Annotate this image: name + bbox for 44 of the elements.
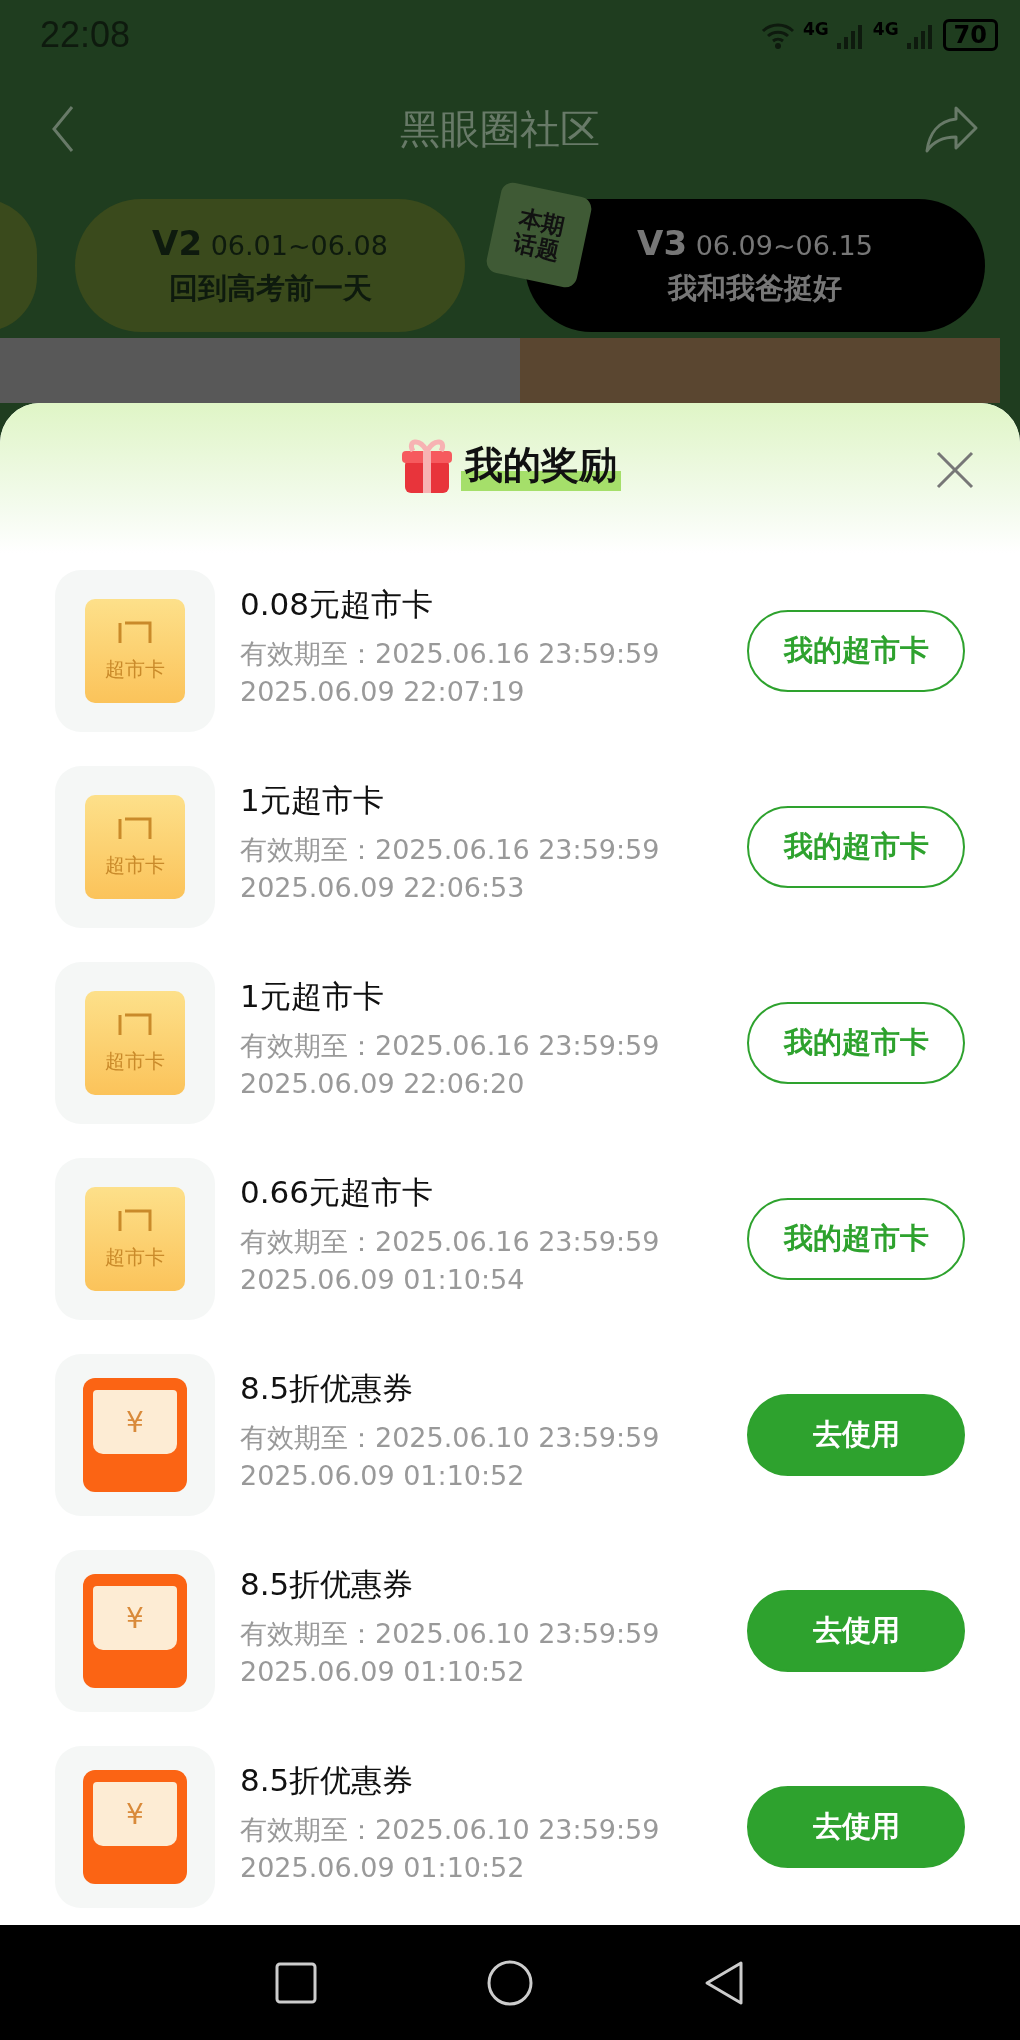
coupon-icon: ¥ — [83, 1378, 187, 1492]
received-time: 2025.06.09 01:10:52 — [240, 1655, 526, 1687]
reward-title: 0.66元超市卡 — [240, 1172, 435, 1212]
reward-title: 8.5折优惠券 — [240, 1368, 415, 1408]
my-card-button[interactable]: 我的超市卡 — [747, 806, 965, 888]
received-time: 2025.06.09 22:06:53 — [240, 871, 526, 903]
my-card-button[interactable]: 我的超市卡 — [747, 1002, 965, 1084]
network-label: 4G — [872, 18, 899, 39]
supermarket-card-icon: 超市卡 — [85, 991, 185, 1095]
network-label: 4G — [803, 18, 829, 39]
back-icon[interactable] — [703, 1959, 745, 2006]
reward-title: 8.5折优惠券 — [240, 1760, 415, 1800]
validity-text: 有效期至：2025.06.16 23:59:59 — [240, 636, 661, 671]
validity-text: 有效期至：2025.06.16 23:59:59 — [240, 1028, 661, 1063]
battery-icon: 70 — [942, 18, 998, 51]
recents-icon[interactable] — [275, 1961, 317, 2004]
my-card-button[interactable]: 我的超市卡 — [747, 610, 965, 692]
share-icon[interactable] — [924, 104, 980, 155]
received-time: 2025.06.09 01:10:54 — [240, 1263, 526, 1295]
my-card-button[interactable]: 我的超市卡 — [747, 1198, 965, 1280]
validity-text: 有效期至：2025.06.10 23:59:59 — [240, 1812, 661, 1847]
topic-badge: 本期 话题 — [484, 180, 594, 290]
received-time: 2025.06.09 22:06:20 — [240, 1067, 526, 1099]
received-time: 2025.06.09 01:10:52 — [240, 1851, 526, 1883]
supermarket-card-icon: 超市卡 — [85, 795, 185, 899]
reward-title: 0.08元超市卡 — [240, 584, 435, 624]
page-title: 黑眼圈社区 — [400, 104, 600, 154]
received-time: 2025.06.09 22:07:19 — [240, 675, 526, 707]
use-button[interactable]: 去使用 — [747, 1590, 965, 1672]
coupon-icon: ¥ — [83, 1770, 187, 1884]
coupon-icon: ¥ — [83, 1574, 187, 1688]
supermarket-card-icon: 超市卡 — [85, 599, 185, 703]
validity-text: 有效期至：2025.06.10 23:59:59 — [240, 1616, 661, 1651]
validity-text: 有效期至：2025.06.16 23:59:59 — [240, 832, 661, 867]
reward-title: 8.5折优惠券 — [240, 1564, 415, 1604]
validity-text: 有效期至：2025.06.10 23:59:59 — [240, 1420, 661, 1455]
reward-title: 1元超市卡 — [240, 780, 385, 820]
home-icon[interactable] — [487, 1959, 533, 2006]
validity-text: 有效期至：2025.06.16 23:59:59 — [240, 1224, 661, 1259]
reward-title: 1元超市卡 — [240, 976, 385, 1016]
use-button[interactable]: 去使用 — [747, 1394, 965, 1476]
supermarket-card-icon: 超市卡 — [85, 1187, 185, 1291]
use-button[interactable]: 去使用 — [747, 1786, 965, 1868]
received-time: 2025.06.09 01:10:52 — [240, 1459, 526, 1491]
